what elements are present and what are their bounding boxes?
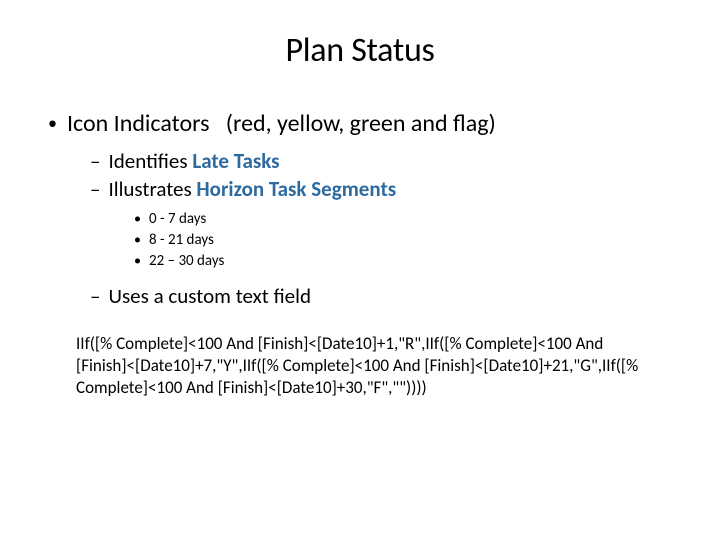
icon-indicators-label: Icon Indicators <box>67 109 210 138</box>
bullet-range-22-30: • 22 – 30 days <box>48 252 672 270</box>
range-8-21-text: 8 - 21 days <box>149 231 214 249</box>
bullet-identifies-late: –Identifies Late Tasks <box>48 148 672 174</box>
illustrates-text: Illustrates <box>108 176 196 202</box>
bullet-icon-indicators: • Icon Indicators (red, yellow, green and… <box>48 109 672 138</box>
horizon-segments-highlight: Horizon Task Segments <box>196 176 396 202</box>
bullet-range-8-21: • 8 - 21 days <box>48 231 672 249</box>
late-tasks-highlight: Late Tasks <box>192 148 279 174</box>
dash-icon: – <box>90 176 100 202</box>
bullet-range-0-7: • 0 - 7 days <box>48 210 672 228</box>
formula-block: IIf([% Complete]<100 And [Finish]<[Date1… <box>48 333 672 399</box>
slide-title: Plan Status <box>48 30 672 71</box>
bullet-illustrates-horizon: –Illustrates Horizon Task Segments <box>48 176 672 202</box>
bullet-icon: • <box>48 112 57 134</box>
dash-icon: – <box>90 148 100 174</box>
custom-field-text: Uses a custom text field <box>108 283 311 309</box>
range-0-7-text: 0 - 7 days <box>149 210 206 228</box>
identifies-text: Identifies <box>108 148 192 174</box>
bullet-icon: • <box>134 210 141 227</box>
range-22-30-text: 22 – 30 days <box>149 252 224 270</box>
bullet-custom-field: –Uses a custom text field <box>48 283 672 309</box>
dash-icon: – <box>90 283 100 309</box>
bullet-icon: • <box>134 231 141 248</box>
icon-indicators-colors: (red, yellow, green and flag) <box>226 109 496 138</box>
bullet-icon: • <box>134 252 141 269</box>
